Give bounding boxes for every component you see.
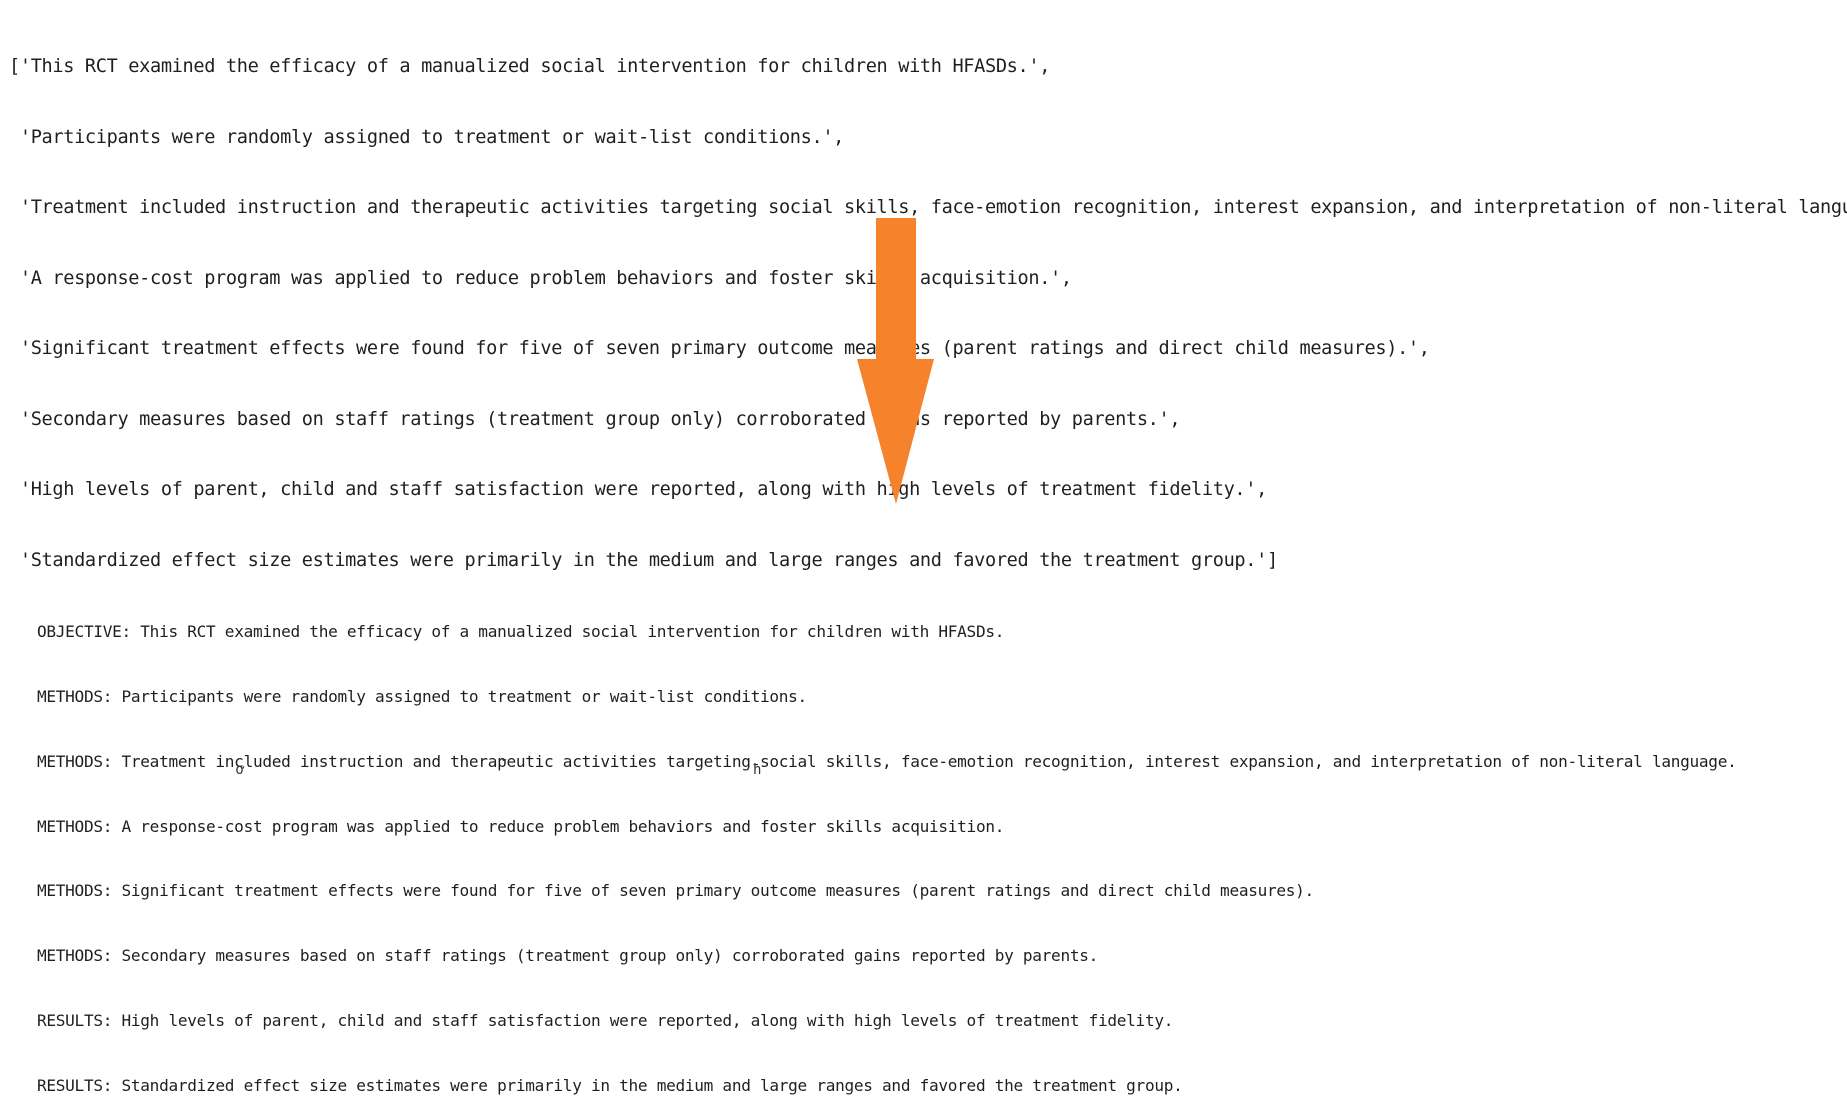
- output-line: METHODS: Significant treatment effects w…: [37, 880, 1837, 902]
- sentence-text: High levels of parent, child and staff s…: [112, 1010, 1174, 1030]
- sentence-text: This RCT examined the efficacy of a manu…: [130, 622, 1005, 642]
- input-line: 'High levels of parent, child and staff …: [9, 479, 1267, 500]
- output-line: METHODS: Treatment included instruction …: [37, 751, 1837, 773]
- labeled-output-list: OBJECTIVE: This RCT examined the efficac…: [37, 578, 1837, 1118]
- section-label: RESULTS:: [37, 1010, 113, 1030]
- output-line: OBJECTIVE: This RCT examined the efficac…: [37, 621, 1837, 643]
- section-label: METHODS:: [37, 816, 113, 836]
- input-line: 'Standardized effect size estimates were…: [9, 549, 1278, 571]
- output-line: METHODS: A response-cost program was app…: [37, 816, 1837, 838]
- sentence-text: Participants were randomly assigned to t…: [112, 686, 808, 706]
- input-line: ['This RCT examined the efficacy of a ma…: [9, 56, 1051, 77]
- section-label: METHODS:: [37, 881, 113, 901]
- section-label: METHODS:: [37, 686, 113, 706]
- section-label: METHODS:: [37, 946, 113, 966]
- stray-glyph: ħ: [753, 762, 762, 778]
- section-label: OBJECTIVE:: [37, 622, 131, 642]
- sentence-text: Secondary measures based on staff rating…: [112, 946, 1099, 966]
- sentence-text: Significant treatment effects were found…: [112, 881, 1315, 901]
- sentence-text: A response-cost program was applied to r…: [112, 816, 1005, 836]
- input-line: 'A response-cost program was applied to …: [9, 267, 1072, 289]
- input-sentence-list: ['This RCT examined the efficacy of a ma…: [9, 8, 1847, 596]
- input-line: 'Significant treatment effects were foun…: [9, 338, 1430, 359]
- sentence-text: Treatment included instruction and thera…: [112, 751, 1737, 771]
- output-line: RESULTS: High levels of parent, child an…: [37, 1010, 1837, 1032]
- output-line: METHODS: Secondary measures based on sta…: [37, 945, 1837, 967]
- section-label: RESULTS:: [37, 1075, 113, 1095]
- stray-glyph: ˘: [500, 758, 509, 774]
- input-line: 'Participants were randomly assigned to …: [9, 126, 845, 148]
- sentence-text: Standardized effect size estimates were …: [112, 1075, 1183, 1095]
- section-label: METHODS:: [37, 751, 113, 771]
- input-line: 'Treatment included instruction and ther…: [9, 197, 1847, 218]
- output-line: METHODS: Participants were randomly assi…: [37, 686, 1837, 708]
- output-line: RESULTS: Standardized effect size estima…: [37, 1075, 1837, 1097]
- input-line: 'Secondary measures based on staff ratin…: [9, 408, 1181, 430]
- stray-glyph: ơ: [236, 762, 245, 778]
